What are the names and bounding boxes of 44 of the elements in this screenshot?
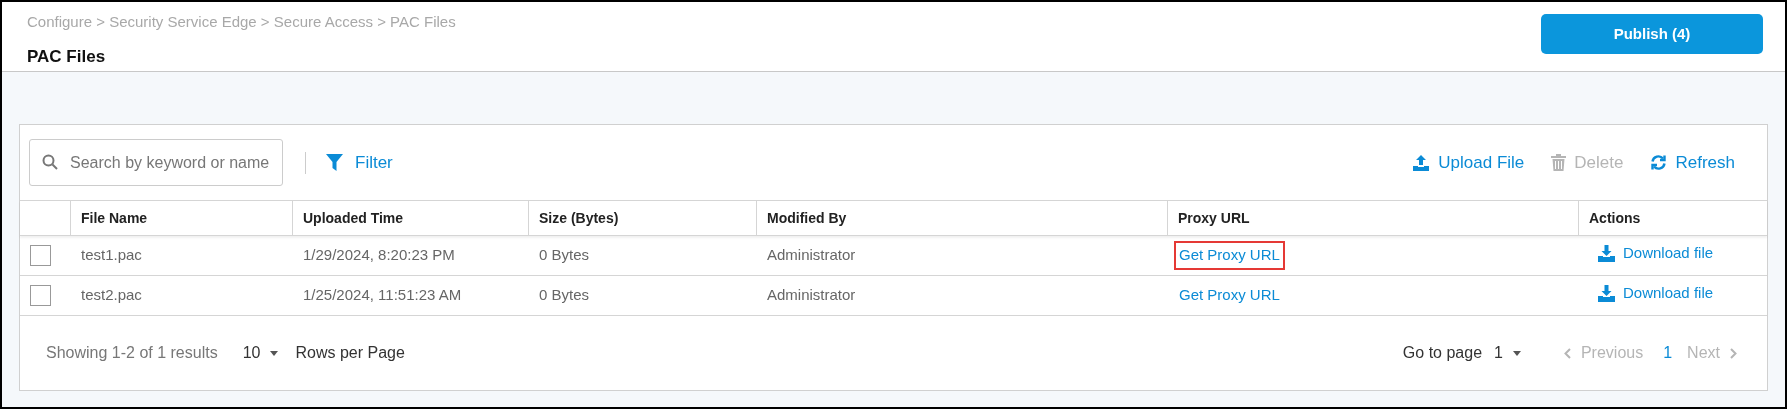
- column-header: Uploaded Time: [303, 208, 404, 228]
- page-title: PAC Files: [27, 45, 107, 68]
- download-link[interactable]: Download file: [1598, 282, 1714, 305]
- modified-by: Administrator: [767, 286, 856, 304]
- rows-per-page-dropdown[interactable]: 10: [242, 341, 279, 365]
- download-icon: [1598, 245, 1615, 263]
- row-checkbox[interactable]: [30, 285, 51, 306]
- page-number[interactable]: 1: [1663, 341, 1673, 365]
- download-icon: [1598, 285, 1615, 303]
- file-size: 0 Bytes: [539, 286, 590, 304]
- go-to-page-label: Go to page: [1402, 343, 1483, 363]
- publish-button[interactable]: Publish (4): [1541, 14, 1763, 54]
- row-checkbox[interactable]: [30, 245, 51, 266]
- column-header: Size (Bytes): [539, 208, 619, 228]
- column-header: Proxy URL: [1178, 208, 1250, 228]
- download-link[interactable]: Download file: [1598, 242, 1714, 265]
- search-icon: [42, 154, 58, 170]
- breadcrumb: Configure > Security Service Edge > Secure Access > PAC Files: [27, 12, 456, 32]
- column-header: Actions: [1589, 208, 1641, 228]
- column-header: Modified By: [767, 208, 847, 228]
- filter-button[interactable]: Filter: [326, 149, 393, 176]
- toolbar-button[interactable]: Refresh: [1650, 149, 1735, 176]
- caret-icon: [270, 350, 279, 356]
- modified-by: Administrator: [767, 246, 856, 264]
- file-name: test2.pac: [81, 286, 142, 304]
- refresh-icon: [1650, 154, 1668, 171]
- search-field[interactable]: Search by keyword or name: [29, 139, 283, 186]
- toolbar-button[interactable]: Upload File: [1412, 149, 1525, 176]
- file-size: 0 Bytes: [539, 246, 590, 264]
- uploaded-time: 1/29/2024, 8:20:23 PM: [303, 246, 455, 264]
- caret-icon: [1512, 350, 1521, 356]
- upload-icon: [1412, 153, 1431, 172]
- chevron-left-icon: [1563, 347, 1571, 359]
- trash-icon: [1551, 154, 1567, 171]
- results-summary: Showing 1-2 of 1 results: [46, 343, 218, 363]
- page-dropdown[interactable]: 1: [1494, 341, 1521, 365]
- uploaded-time: 1/25/2024, 11:51:23 AM: [303, 286, 462, 304]
- chevron-right-icon: [1730, 347, 1737, 359]
- column-header: File Name: [81, 208, 148, 228]
- filter-icon: [326, 154, 343, 171]
- rows-per-page-label: Rows per Page: [295, 343, 405, 363]
- file-name: test1.pac: [81, 246, 142, 264]
- proxy-url-link[interactable]: Get Proxy URL: [1174, 241, 1285, 270]
- proxy-url-link[interactable]: Get Proxy URL: [1174, 281, 1285, 310]
